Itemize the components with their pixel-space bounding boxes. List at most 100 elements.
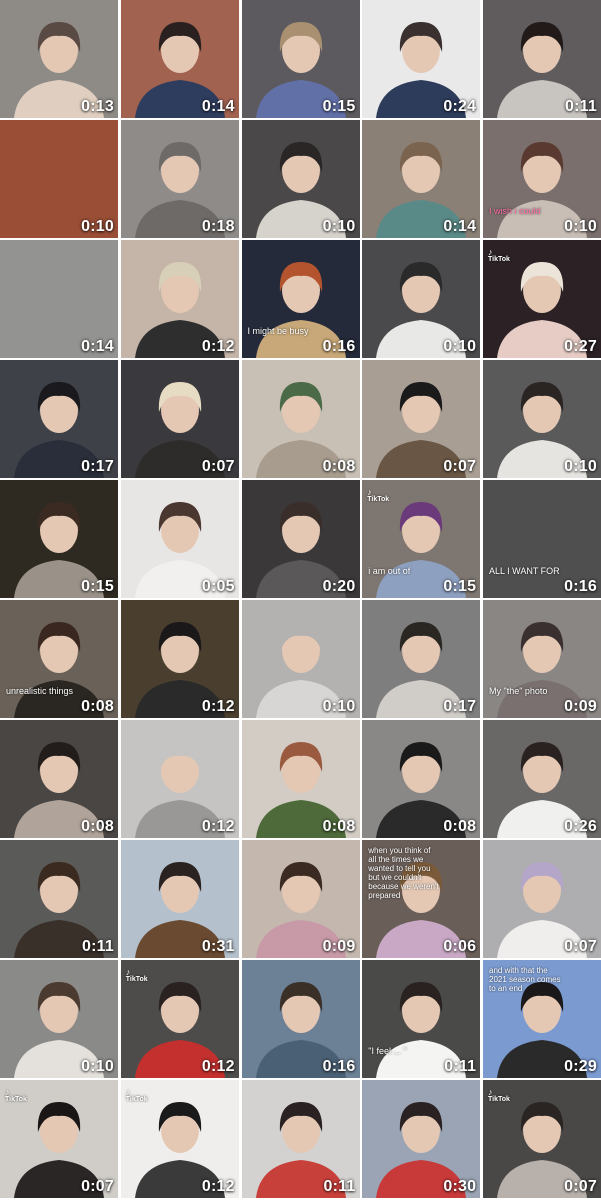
video-thumbnail[interactable]: 0:07 <box>120 360 239 478</box>
video-thumbnail[interactable]: 0:10 <box>0 120 118 238</box>
video-thumbnail[interactable]: 0:13 <box>0 0 118 118</box>
video-thumbnail[interactable]: ♪ TikTok 0:07 <box>483 1080 601 1198</box>
video-thumbnail[interactable]: 0:09 <box>241 840 360 958</box>
video-duration: 0:12 <box>201 338 235 355</box>
video-duration: 0:06 <box>443 938 477 955</box>
music-note-icon: ♪ <box>5 1087 10 1097</box>
video-duration: 0:07 <box>201 458 235 475</box>
video-duration: 0:12 <box>201 698 235 715</box>
video-thumbnail[interactable]: 0:12 <box>120 720 239 838</box>
video-duration: 0:11 <box>82 938 114 955</box>
video-thumbnail[interactable]: ALL I WANT FOR 0:16 <box>483 480 601 598</box>
video-thumbnail[interactable]: 0:11 <box>241 1080 360 1198</box>
video-duration: 0:11 <box>565 98 597 115</box>
video-duration: 0:10 <box>81 218 114 235</box>
video-duration: 0:26 <box>564 818 597 835</box>
video-duration: 0:14 <box>201 98 235 115</box>
tiktok-watermark: ♪ TikTok <box>488 1088 510 1104</box>
video-duration: 0:10 <box>564 458 597 475</box>
video-thumbnail[interactable]: 0:07 <box>483 840 601 958</box>
video-duration: 0:15 <box>81 578 114 595</box>
video-thumbnail[interactable]: 0:11 <box>483 0 601 118</box>
video-caption: when you think of all the times we wante… <box>368 846 439 900</box>
video-thumbnail[interactable]: "I feel ... " 0:11 <box>362 960 481 1078</box>
tiktok-watermark: ♪ TikTok <box>367 488 389 504</box>
video-thumbnail[interactable]: 0:18 <box>120 120 239 238</box>
video-thumbnail[interactable]: and with that the 2021 season comes to a… <box>483 960 601 1078</box>
video-thumbnail[interactable]: 0:12 <box>120 240 239 358</box>
video-thumbnail[interactable]: 0:08 <box>241 720 360 838</box>
watermark-label: TikTok <box>367 496 390 503</box>
video-duration: 0:10 <box>81 1058 114 1075</box>
video-thumbnail[interactable]: 0:16 <box>241 960 360 1078</box>
video-thumbnail[interactable]: 0:10 <box>362 240 481 358</box>
video-thumbnail[interactable]: 0:15 <box>241 0 360 118</box>
video-duration: 0:12 <box>201 818 235 835</box>
video-thumbnail[interactable]: ♪ TikTok 0:12 <box>120 960 239 1078</box>
video-duration: 0:12 <box>201 1058 235 1075</box>
video-thumbnail[interactable]: 0:10 <box>241 600 360 718</box>
video-duration: 0:07 <box>81 1178 114 1195</box>
video-thumbnail[interactable]: 0:10 <box>483 360 601 478</box>
video-thumbnail[interactable]: 0:07 <box>362 360 481 478</box>
video-thumbnail[interactable]: 0:12 <box>120 600 239 718</box>
video-thumbnail[interactable]: ♪ TikTok 0:12 <box>120 1080 239 1198</box>
tiktok-watermark: ♪ TikTok <box>488 248 510 264</box>
video-thumbnail[interactable]: 0:11 <box>0 840 118 958</box>
video-thumbnail[interactable]: I might be busy 0:16 <box>241 240 360 358</box>
tiktok-watermark: ♪ TikTok <box>126 968 148 984</box>
video-duration: 0:27 <box>564 338 597 355</box>
video-thumbnail[interactable]: ♪ TikTok i am out of 0:15 <box>362 480 481 598</box>
music-note-icon: ♪ <box>125 1087 131 1097</box>
video-duration: 0:09 <box>322 938 356 955</box>
video-duration: 0:18 <box>201 218 235 235</box>
video-duration: 0:24 <box>443 98 477 115</box>
video-caption: and with that the 2021 season comes to a… <box>489 966 561 993</box>
watermark-label: TikTok <box>125 976 148 983</box>
video-duration: 0:17 <box>443 698 477 715</box>
video-duration: 0:08 <box>81 698 114 715</box>
video-thumbnail[interactable]: 0:05 <box>120 480 239 598</box>
video-duration: 0:08 <box>443 818 477 835</box>
video-thumbnail[interactable]: ♪ TikTok 0:27 <box>483 240 601 358</box>
video-duration: 0:11 <box>323 1178 356 1195</box>
video-thumbnail[interactable]: 0:31 <box>120 840 239 958</box>
video-caption: I wish i could <box>489 206 541 216</box>
video-caption: ALL I WANT FOR <box>489 566 560 576</box>
video-thumbnail[interactable]: 0:14 <box>362 120 481 238</box>
video-duration: 0:13 <box>81 98 114 115</box>
video-thumbnail[interactable]: 0:14 <box>0 240 118 358</box>
video-thumbnail[interactable]: 0:08 <box>241 360 360 478</box>
video-duration: 0:05 <box>201 578 235 595</box>
video-thumbnail[interactable]: My "the" photo 0:09 <box>483 600 601 718</box>
video-caption: unrealistic things <box>6 686 74 696</box>
video-duration: 0:16 <box>322 1058 356 1075</box>
video-duration: 0:17 <box>81 458 114 475</box>
video-duration: 0:20 <box>322 578 356 595</box>
video-thumbnail[interactable]: 0:08 <box>0 720 118 838</box>
video-caption: i am out of <box>368 566 411 576</box>
video-thumbnail[interactable]: ♪ TikTok 0:07 <box>0 1080 118 1198</box>
video-thumbnail[interactable]: 0:20 <box>241 480 360 598</box>
video-thumbnail[interactable]: 0:26 <box>483 720 601 838</box>
video-thumbnail[interactable]: 0:15 <box>0 480 118 598</box>
video-thumbnail[interactable]: 0:17 <box>0 360 118 478</box>
video-caption: I might be busy <box>247 326 309 336</box>
video-thumbnail[interactable]: 0:30 <box>362 1080 481 1198</box>
video-thumbnail[interactable]: I wish i could 0:10 <box>483 120 601 238</box>
video-thumbnail[interactable]: 0:14 <box>120 0 239 118</box>
video-duration: 0:16 <box>564 578 597 595</box>
video-thumbnail[interactable]: 0:10 <box>241 120 360 238</box>
music-note-icon: ♪ <box>125 967 131 977</box>
video-thumbnail[interactable]: 0:24 <box>362 0 481 118</box>
video-thumbnail[interactable]: 0:08 <box>362 720 481 838</box>
video-thumbnail[interactable]: when you think of all the times we wante… <box>362 840 481 958</box>
video-thumbnail[interactable]: unrealistic things 0:08 <box>0 600 118 718</box>
video-duration: 0:29 <box>564 1058 597 1075</box>
video-duration: 0:10 <box>443 338 477 355</box>
watermark-label: TikTok <box>488 1096 510 1103</box>
video-duration: 0:10 <box>564 218 597 235</box>
video-thumbnail[interactable]: 0:17 <box>362 600 481 718</box>
video-thumbnail[interactable]: 0:10 <box>0 960 118 1078</box>
video-caption: My "the" photo <box>489 686 548 696</box>
